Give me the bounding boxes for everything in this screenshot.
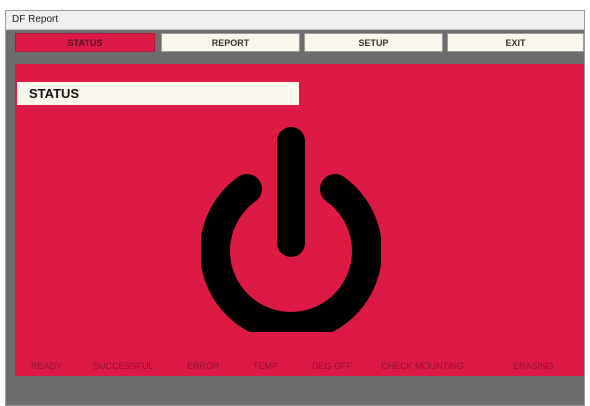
- status-tab-label: STATUS: [67, 37, 103, 48]
- indicator-ready: READY: [31, 361, 63, 371]
- report-button[interactable]: REPORT: [161, 33, 300, 52]
- indicator-successful: SUCCESSFUL: [93, 361, 154, 371]
- bottom-bar: [6, 376, 584, 405]
- setup-button-label: SETUP: [358, 37, 389, 48]
- exit-button[interactable]: EXIT: [447, 33, 584, 52]
- app-window: DF Report STATUS REPORT SETUP EXIT STATU…: [5, 10, 585, 406]
- status-tab-button[interactable]: STATUS: [15, 33, 155, 52]
- indicator-check-mounting: CHECK MOUNTING: [381, 361, 464, 371]
- title-bar: DF Report: [6, 11, 584, 30]
- status-heading-box: STATUS: [17, 82, 299, 105]
- indicator-erasing: ERASING: [513, 361, 554, 371]
- separator-bar: [6, 53, 584, 64]
- report-button-label: REPORT: [211, 37, 250, 48]
- indicator-error: ERROR: [187, 361, 220, 371]
- status-heading: STATUS: [29, 86, 80, 101]
- window-title: DF Report: [12, 14, 59, 25]
- indicator-temp: TEMP: [253, 361, 279, 371]
- indicator-deg-off: DEG OFF: [312, 361, 352, 371]
- exit-button-label: EXIT: [505, 37, 526, 48]
- status-panel: STATUS READY SUCCESSFUL ERROR TEMP DEG O…: [15, 64, 584, 376]
- setup-button[interactable]: SETUP: [304, 33, 443, 52]
- power-icon: [201, 127, 381, 332]
